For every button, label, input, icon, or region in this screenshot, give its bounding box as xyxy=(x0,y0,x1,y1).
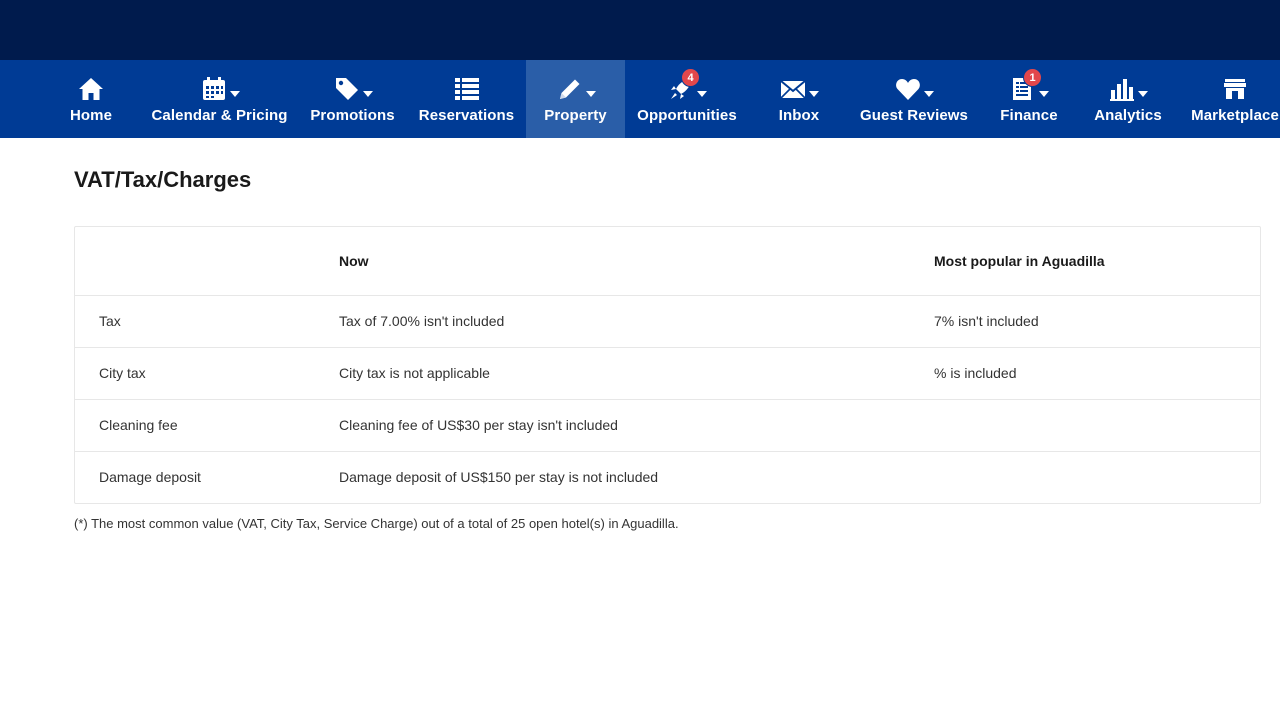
nav-item-home[interactable]: Home xyxy=(48,60,134,138)
nav-label-opportunities: Opportunities xyxy=(637,107,737,124)
tag-icon xyxy=(335,78,358,100)
nav-label-home: Home xyxy=(69,107,113,124)
page-title: VAT/Tax/Charges xyxy=(74,167,252,192)
row-label: City tax xyxy=(75,346,339,399)
chevron-down-icon xyxy=(1138,91,1148,97)
charges-table: Now Most popular in Aguadilla Tax Tax of… xyxy=(75,227,1260,503)
row-popular-value: 7% isn't included xyxy=(934,294,1260,347)
table-row: City tax City tax is not applicable % is… xyxy=(75,346,1260,399)
house-icon xyxy=(79,78,103,100)
table-row: Cleaning fee Cleaning fee of US$30 per s… xyxy=(75,398,1260,451)
nav-label-reservations: Reservations xyxy=(418,107,515,124)
nav-item-opportunities[interactable]: 4 Opportunities xyxy=(634,60,740,138)
nav-item-promotions[interactable]: Promotions xyxy=(305,60,400,138)
nav-label-calendar-pricing: Calendar & Pricing xyxy=(151,107,288,124)
nav-item-inbox[interactable]: Inbox xyxy=(770,60,828,138)
chevron-down-icon xyxy=(924,91,934,97)
calendar-icon xyxy=(202,77,225,100)
main-content: VAT/Tax/Charges Now Most popular in Agua… xyxy=(0,168,1280,531)
nav-label-analytics: Analytics xyxy=(1094,107,1162,124)
bar-chart-icon xyxy=(1110,79,1134,101)
row-popular-value: % is included xyxy=(934,346,1260,399)
table-row: Tax Tax of 7.00% isn't included 7% isn't… xyxy=(75,294,1260,347)
nav-item-calendar-pricing[interactable]: Calendar & Pricing xyxy=(148,60,291,138)
chevron-down-icon xyxy=(362,91,373,97)
nav-item-reservations[interactable]: Reservations xyxy=(414,60,519,138)
nav-label-guest-reviews: Guest Reviews xyxy=(859,107,968,124)
chevron-down-icon xyxy=(809,91,819,97)
store-icon xyxy=(1224,79,1246,99)
chevron-down-icon xyxy=(1039,91,1049,97)
notification-badge: 4 xyxy=(681,68,700,87)
chevron-down-icon xyxy=(585,91,596,97)
footnote: (*) The most common value (VAT, City Tax… xyxy=(74,516,679,531)
nav-label-marketplace: Marketplace xyxy=(1191,107,1279,124)
main-navigation: Home Calendar & Pricing Promotions Reser… xyxy=(0,60,1280,138)
nav-label-inbox: Inbox xyxy=(778,107,820,124)
row-popular-value xyxy=(934,398,1260,451)
row-now-value: City tax is not applicable xyxy=(339,346,934,399)
pencil-icon xyxy=(559,79,579,99)
nav-label-finance: Finance xyxy=(1000,107,1058,124)
chevron-down-icon xyxy=(697,91,707,97)
row-label: Cleaning fee xyxy=(75,398,339,451)
top-header-bar xyxy=(0,0,1280,60)
column-header-now: Now xyxy=(339,252,369,269)
heart-icon xyxy=(896,79,920,100)
row-now-value: Tax of 7.00% isn't included xyxy=(339,294,934,347)
envelope-icon xyxy=(780,80,806,99)
chevron-down-icon xyxy=(229,91,240,97)
row-now-value: Cleaning fee of US$30 per stay isn't inc… xyxy=(339,398,934,451)
table-header-row: Now Most popular in Aguadilla xyxy=(75,227,1260,295)
nav-item-finance[interactable]: 1 Finance xyxy=(996,60,1062,138)
column-header-label xyxy=(75,227,339,295)
table-row: Damage deposit Damage deposit of US$150 … xyxy=(75,450,1260,503)
row-popular-value xyxy=(934,450,1260,503)
nav-item-analytics[interactable]: Analytics xyxy=(1093,60,1163,138)
notification-badge: 1 xyxy=(1023,68,1042,87)
list-icon xyxy=(454,78,479,100)
nav-label-property: Property xyxy=(544,107,607,124)
nav-item-marketplace[interactable]: Marketplace xyxy=(1190,60,1280,138)
nav-item-guest-reviews[interactable]: Guest Reviews xyxy=(857,60,971,138)
nav-label-promotions: Promotions xyxy=(310,107,395,124)
row-label: Tax xyxy=(75,294,339,347)
nav-item-property[interactable]: Property xyxy=(526,60,625,138)
column-header-most-popular: Most popular in Aguadilla xyxy=(934,252,1105,269)
row-label: Damage deposit xyxy=(75,450,339,503)
row-now-value: Damage deposit of US$150 per stay is not… xyxy=(339,450,934,503)
charges-table-container: Now Most popular in Aguadilla Tax Tax of… xyxy=(74,226,1261,504)
